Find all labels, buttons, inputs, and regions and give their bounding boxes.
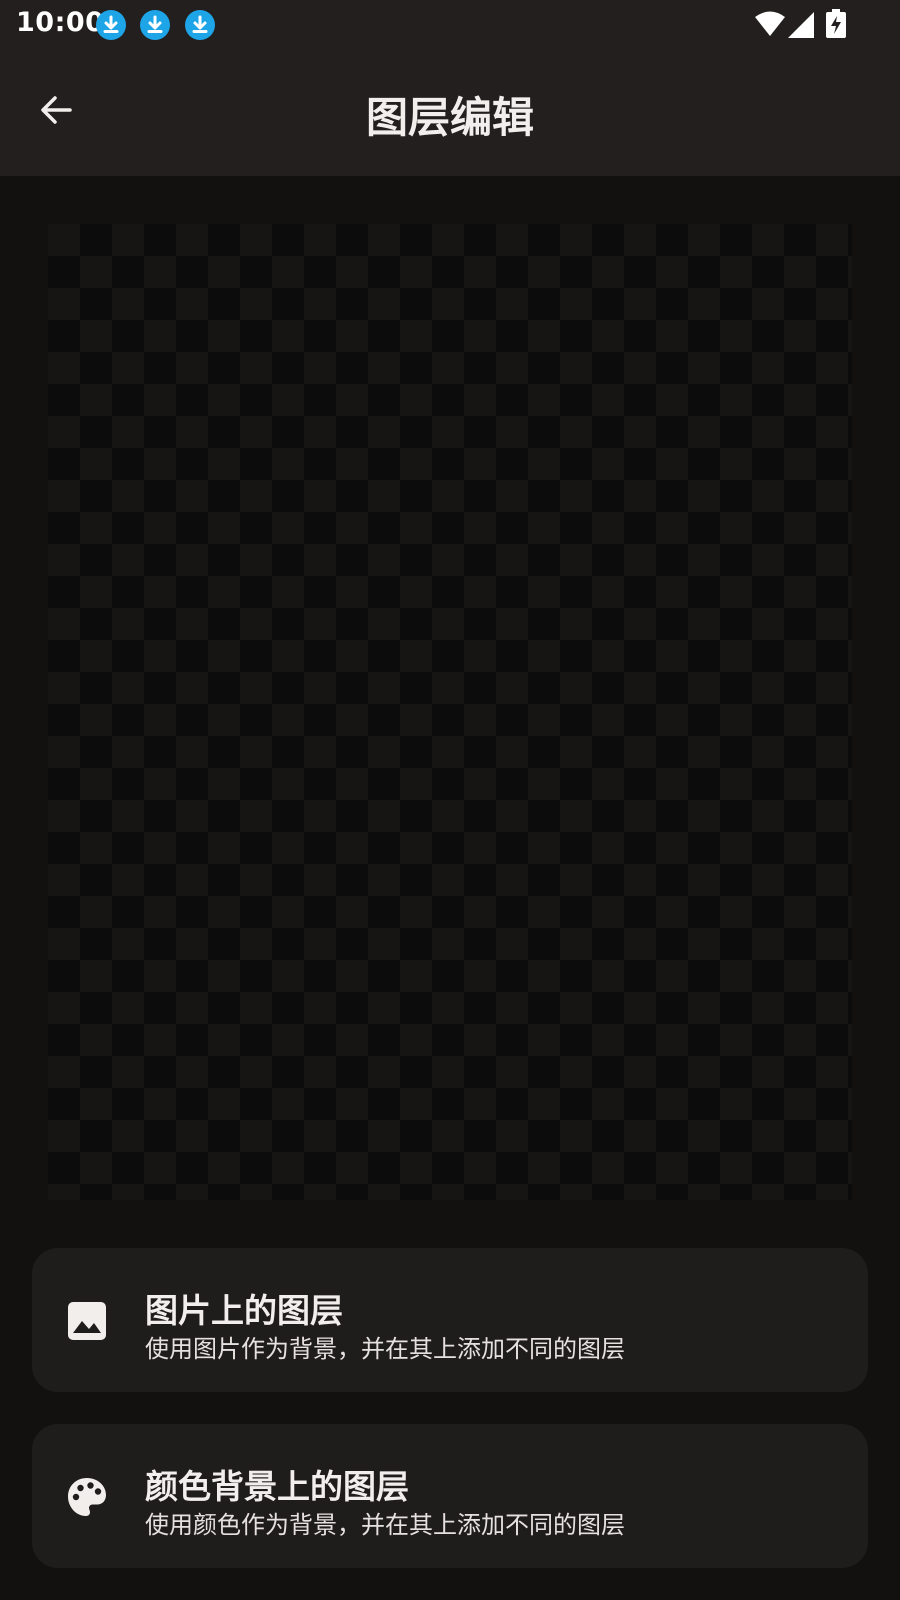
option-title: 颜色背景上的图层: [145, 1467, 409, 1506]
download-icon: [185, 10, 215, 40]
palette-icon: [68, 1478, 106, 1516]
layers-on-color-option[interactable]: 颜色背景上的图层 使用颜色作为背景，并在其上添加不同的图层: [32, 1424, 868, 1568]
layers-on-image-option[interactable]: 图片上的图层 使用图片作为背景，并在其上添加不同的图层: [32, 1248, 868, 1392]
battery-charging-icon: [826, 9, 846, 38]
screen: 10:00 图层编辑 图片上的图层 使用图片作为背景，并在其上添加不同的图层 颜…: [0, 0, 900, 1600]
wifi-icon: [755, 11, 785, 36]
page-title: 图层编辑: [365, 93, 534, 142]
layer-canvas-preview: [48, 224, 852, 1200]
app-bar: 图层编辑: [0, 50, 900, 176]
signal-icon: [788, 12, 814, 38]
option-subtitle: 使用颜色作为背景，并在其上添加不同的图层: [145, 1511, 625, 1539]
image-icon: [68, 1302, 106, 1340]
status-bar: 10:00: [0, 0, 900, 50]
option-subtitle: 使用图片作为背景，并在其上添加不同的图层: [145, 1335, 625, 1363]
download-icon: [140, 10, 170, 40]
status-time: 10:00: [16, 7, 105, 38]
download-icon: [96, 10, 126, 40]
option-title: 图片上的图层: [145, 1291, 343, 1330]
